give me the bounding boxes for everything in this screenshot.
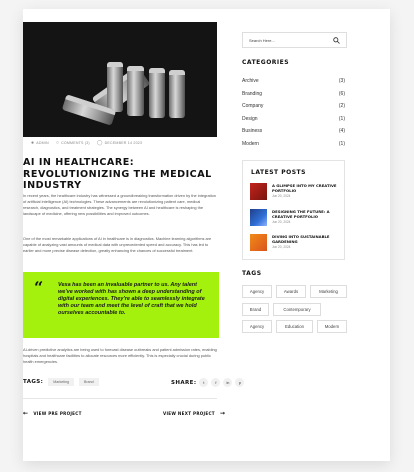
post-date: Jun 20, 2024 [272, 194, 291, 199]
latest-post-3[interactable]: DIVING INTO SUSTAINABLE GARDENING Jun 20,… [250, 234, 344, 251]
linkedin-icon[interactable]: in [223, 378, 233, 387]
arrow-left-icon: ← [23, 410, 29, 417]
next-project-label: VIEW NEXT PROJECT [163, 411, 215, 416]
comment-icon: ○ [55, 140, 60, 146]
search-input[interactable]: Search Here... [242, 32, 347, 48]
share-label: SHARE: [171, 379, 197, 386]
article-paragraph-1: In recent years, the healthcare industry… [23, 193, 216, 216]
tag-agency-2[interactable]: Agency [242, 320, 272, 333]
categories-title: CATEGORIES [242, 59, 290, 66]
latest-post-2[interactable]: DESIGNING THE FUTURE: A CREATIVE PORTFOL… [250, 209, 344, 226]
post-title: A GLIMPSE INTO MY CREATIVE PORTFOLIO [272, 183, 337, 194]
category-modern[interactable]: Modern (1) [242, 141, 345, 147]
article-paragraph-3: AI-driven predictive analytics are being… [23, 347, 217, 364]
twitter-icon[interactable]: t [199, 378, 209, 387]
prev-project-link[interactable]: ← VIEW PRE PROJECT [23, 410, 82, 417]
category-archive[interactable]: Archive (3) [242, 78, 345, 84]
post-title: DESIGNING THE FUTURE: A CREATIVE PORTFOL… [272, 209, 330, 220]
author-meta: ● ADMIN [31, 140, 49, 146]
share-bar: SHARE: t f in p [171, 378, 245, 387]
prev-project-label: VIEW PRE PROJECT [33, 411, 82, 416]
post-date: Jun 20, 2024 [272, 245, 291, 250]
calendar-icon: ◯ [96, 140, 103, 146]
latest-post-1[interactable]: A GLIMPSE INTO MY CREATIVE PORTFOLIO Jun … [250, 183, 344, 200]
divider [23, 398, 217, 399]
latest-posts-box: LATEST POSTS A GLIMPSE INTO MY CREATIVE … [242, 160, 345, 260]
latest-posts-title: LATEST POSTS [251, 169, 306, 176]
tag-brand[interactable]: Brand [79, 378, 99, 386]
post-thumbnail [250, 234, 267, 251]
article-meta: ● ADMIN ○ COMMENTS (3) ◯ DECEMBER 14 2023 [23, 137, 217, 149]
testimonial-quote: “ Vexa has been an invaluable partner to… [23, 272, 219, 338]
quote-text: Vexa has been an invaluable partner to u… [58, 282, 205, 316]
comments-meta[interactable]: ○ COMMENTS (3) [56, 140, 90, 146]
pinterest-icon[interactable]: p [235, 378, 245, 387]
quote-icon: “ [34, 278, 44, 297]
article-hero-image [23, 22, 217, 137]
post-thumbnail [250, 183, 267, 200]
tag-brand[interactable]: Brand [242, 303, 269, 316]
tag-marketing[interactable]: Marketing [48, 378, 75, 386]
category-design[interactable]: Design (1) [242, 116, 345, 122]
tags-title: TAGS [242, 270, 262, 277]
arrow-right-icon: → [219, 410, 226, 417]
article-paragraph-2: One of the most remarkable applications … [23, 236, 212, 253]
tag-awards[interactable]: Awards [276, 285, 306, 298]
search-icon[interactable] [333, 36, 340, 44]
category-business[interactable]: Business (4) [242, 128, 345, 134]
post-date: Jun 20, 2024 [272, 220, 291, 225]
tag-agency[interactable]: Agency [242, 285, 272, 298]
article-title: AI IN HEALTHCARE: REVOLUTIONIZING THE ME… [23, 157, 212, 191]
tag-contemporary[interactable]: Contemporary [273, 303, 321, 316]
search-placeholder: Search Here... [249, 37, 275, 43]
article-tags: TAGS: Marketing Brand [23, 378, 99, 386]
category-branding[interactable]: Branding (6) [242, 91, 345, 97]
tags-label: TAGS: [23, 379, 44, 385]
tag-modern[interactable]: Modern [317, 320, 347, 333]
category-company[interactable]: Company (2) [242, 103, 345, 109]
tag-education[interactable]: Education [276, 320, 313, 333]
date-meta: ◯ DECEMBER 14 2023 [96, 140, 143, 146]
post-title: DIVING INTO SUSTAINABLE GARDENING [272, 234, 330, 245]
next-project-link[interactable]: VIEW NEXT PROJECT → [163, 410, 225, 417]
facebook-icon[interactable]: f [211, 378, 221, 387]
tag-marketing[interactable]: Marketing [310, 285, 347, 298]
post-thumbnail [250, 209, 267, 226]
user-icon: ● [31, 140, 35, 146]
